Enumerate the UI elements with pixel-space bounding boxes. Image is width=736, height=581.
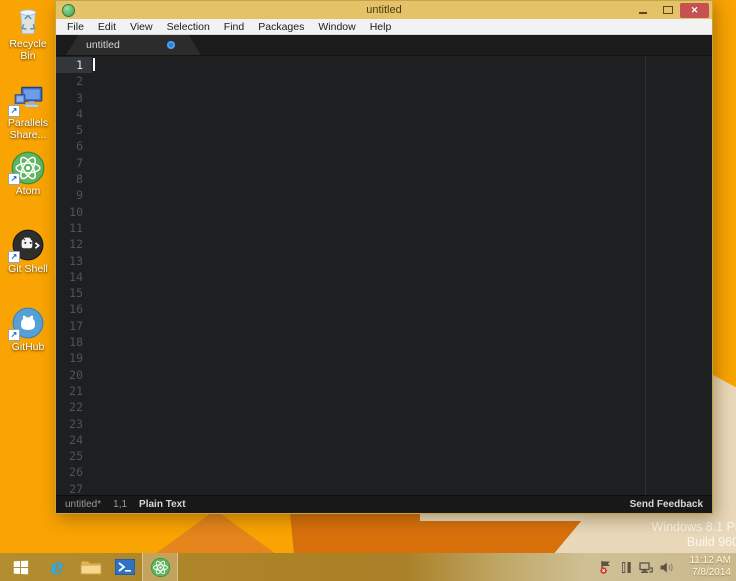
menu-selection[interactable]: Selection <box>160 21 217 33</box>
shortcut-arrow-icon: ↗ <box>8 329 20 341</box>
desktop-icon-recycle-bin[interactable]: Recycle Bin <box>1 3 55 62</box>
line-number: 7 <box>56 155 92 171</box>
taskbar: e <box>0 553 736 581</box>
shortcut-arrow-icon: ↗ <box>8 251 20 263</box>
tab-untitled[interactable]: untitled <box>66 35 201 55</box>
line-number-gutter: 1234567891011121314151617181920212223242… <box>56 56 92 495</box>
taskbar-atom-active[interactable] <box>142 553 178 581</box>
line-number: 20 <box>56 367 92 383</box>
desktop-icon-parallels-shared[interactable]: ↗ Parallels Share... <box>1 82 55 141</box>
status-cursor-position[interactable]: 1,1 <box>113 499 127 510</box>
line-number: 23 <box>56 416 92 432</box>
shortcut-arrow-icon: ↗ <box>8 105 20 117</box>
title-bar[interactable]: untitled ✕ <box>56 1 712 19</box>
line-number: 25 <box>56 448 92 464</box>
file-explorer-icon <box>80 558 102 576</box>
watermark-build: Build 9600 <box>652 535 736 550</box>
menu-view[interactable]: View <box>123 21 160 33</box>
close-button[interactable]: ✕ <box>680 3 709 18</box>
desktop-icon-label: Parallels Share... <box>1 117 55 141</box>
desktop-icon-label: Recycle Bin <box>1 38 55 62</box>
start-button[interactable] <box>0 553 40 581</box>
github-icon: ↗ <box>10 306 46 340</box>
maximize-icon <box>663 6 673 14</box>
status-bar: untitled* 1,1 Plain Text Send Feedback <box>56 495 712 513</box>
taskbar-internet-explorer[interactable]: e <box>40 553 74 581</box>
line-number: 3 <box>56 90 92 106</box>
line-number: 13 <box>56 253 92 269</box>
parallels-tray-icon[interactable] <box>619 560 633 574</box>
desktop-icon-github[interactable]: ↗ GitHub <box>1 306 55 353</box>
line-number: 22 <box>56 399 92 415</box>
line-number: 19 <box>56 350 92 366</box>
line-number: 16 <box>56 301 92 317</box>
menu-edit[interactable]: Edit <box>91 21 123 33</box>
line-number: 18 <box>56 334 92 350</box>
modified-indicator-icon[interactable] <box>167 41 175 49</box>
window-title: untitled <box>56 4 712 16</box>
clock-time: 11:12 AM <box>679 555 731 567</box>
tab-bar: untitled <box>56 35 712 56</box>
internet-explorer-icon: e <box>50 557 63 577</box>
send-feedback-link[interactable]: Send Feedback <box>630 499 703 510</box>
line-number: 1 <box>56 57 92 73</box>
editor-pane[interactable]: 1234567891011121314151617181920212223242… <box>56 56 712 495</box>
wrap-guide-line <box>645 56 646 495</box>
atom-window: untitled ✕ File Edit View Selection Find… <box>55 0 713 514</box>
line-number: 9 <box>56 187 92 203</box>
atom-taskbar-icon <box>150 557 171 578</box>
menu-find[interactable]: Find <box>217 21 251 33</box>
tab-label: untitled <box>86 39 120 51</box>
line-number: 21 <box>56 383 92 399</box>
powershell-icon <box>115 559 135 575</box>
line-number: 8 <box>56 171 92 187</box>
system-tray: 11:12 AM 7/8/2014 <box>599 555 736 579</box>
atom-logo-icon: ↗ <box>10 150 46 184</box>
taskbar-clock[interactable]: 11:12 AM 7/8/2014 <box>679 555 731 579</box>
git-shell-icon: ↗ <box>10 228 46 262</box>
maximize-button[interactable] <box>655 3 680 18</box>
line-number: 10 <box>56 204 92 220</box>
shortcut-arrow-icon: ↗ <box>8 173 20 185</box>
desktop-icon-label: Git Shell <box>1 263 55 275</box>
desktop-icon-git-shell[interactable]: ↗ Git Shell <box>1 228 55 275</box>
minimize-button[interactable] <box>630 3 655 18</box>
window-controls: ✕ <box>630 2 709 18</box>
line-number: 2 <box>56 73 92 89</box>
desktop-icon-label: GitHub <box>1 341 55 353</box>
line-number: 15 <box>56 285 92 301</box>
line-number: 17 <box>56 318 92 334</box>
line-number: 11 <box>56 220 92 236</box>
action-center-flag-icon[interactable] <box>599 560 613 574</box>
desktop-icon-atom[interactable]: ↗ Atom <box>1 150 55 197</box>
status-file-name: untitled* <box>65 499 101 510</box>
volume-icon[interactable] <box>659 560 673 574</box>
text-cursor <box>93 58 95 71</box>
parallels-shared-icon: ↗ <box>10 82 46 116</box>
line-number: 6 <box>56 138 92 154</box>
line-number: 24 <box>56 432 92 448</box>
menu-bar: File Edit View Selection Find Packages W… <box>56 19 712 35</box>
minimize-icon <box>639 12 647 14</box>
line-number: 14 <box>56 269 92 285</box>
network-icon[interactable] <box>639 560 653 574</box>
menu-window[interactable]: Window <box>311 21 362 33</box>
taskbar-file-explorer[interactable] <box>74 553 108 581</box>
desktop-icon-label: Atom <box>1 185 55 197</box>
recycle-bin-icon <box>10 3 46 37</box>
windows-watermark: Windows 8.1 Pro Build 9600 <box>652 520 736 550</box>
clock-date: 7/8/2014 <box>679 567 731 579</box>
windows-logo-icon <box>13 560 27 574</box>
watermark-edition: Windows 8.1 Pro <box>652 520 736 535</box>
line-number: 26 <box>56 464 92 480</box>
menu-file[interactable]: File <box>60 21 91 33</box>
line-number: 5 <box>56 122 92 138</box>
line-number: 4 <box>56 106 92 122</box>
line-number: 27 <box>56 481 92 495</box>
taskbar-powershell[interactable] <box>108 553 142 581</box>
menu-help[interactable]: Help <box>363 21 399 33</box>
status-grammar[interactable]: Plain Text <box>139 499 186 510</box>
line-number: 12 <box>56 236 92 252</box>
menu-packages[interactable]: Packages <box>251 21 311 33</box>
